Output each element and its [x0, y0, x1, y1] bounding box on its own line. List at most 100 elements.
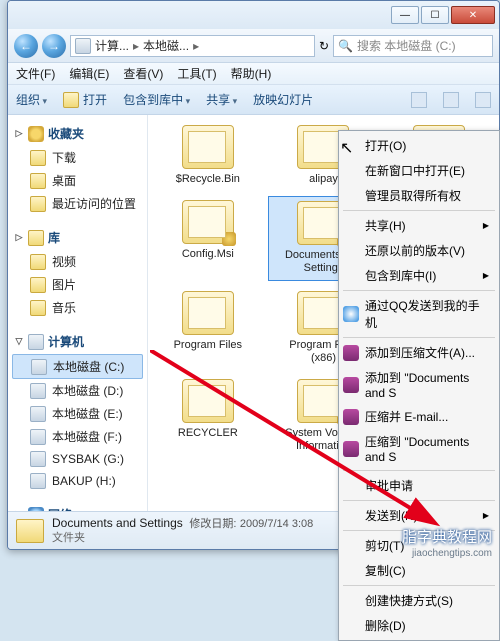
- nav-desktop[interactable]: 桌面: [12, 169, 143, 192]
- menu-item[interactable]: 添加到 "Documents and S: [339, 365, 499, 404]
- menu-file[interactable]: 文件(F): [16, 65, 55, 82]
- source-url: jiaochengtips.com: [412, 548, 492, 559]
- titlebar: — ☐ ✕: [8, 1, 499, 29]
- submenu-arrow-icon: ▶: [483, 271, 489, 280]
- folder-label: RECYCLER: [178, 427, 238, 440]
- navbar: ← → 计算... ▸ 本地磁... ▸ ↻ 🔍 搜索 本地磁盘 (C:): [8, 29, 499, 63]
- nav-music[interactable]: 音乐: [12, 296, 143, 319]
- qq-icon: [343, 306, 359, 322]
- view-icon[interactable]: [411, 92, 427, 108]
- computer-icon: [28, 334, 44, 350]
- folder-icon: [30, 196, 46, 212]
- share-button[interactable]: 共享: [206, 91, 237, 108]
- menu-item[interactable]: 创建快捷方式(S): [339, 588, 499, 613]
- menu-separator: [343, 500, 495, 501]
- nav-drive-g[interactable]: SYSBAK (G:): [12, 448, 143, 470]
- folder-icon: [182, 125, 234, 169]
- search-box[interactable]: 🔍 搜索 本地磁盘 (C:): [333, 35, 493, 57]
- network-header[interactable]: ▷网络: [12, 502, 143, 511]
- forward-button[interactable]: →: [42, 34, 66, 58]
- drive-icon: [30, 406, 46, 422]
- drive-icon: [30, 429, 46, 445]
- menu-item[interactable]: 删除(D): [339, 613, 499, 638]
- address-bar[interactable]: 计算... ▸ 本地磁... ▸: [70, 35, 315, 57]
- menu-item[interactable]: 还原以前的版本(V): [339, 238, 499, 263]
- open-button[interactable]: 打开: [63, 91, 107, 108]
- libraries-header[interactable]: ▷库: [12, 225, 143, 250]
- drive-icon: [30, 451, 46, 467]
- menu-separator: [343, 210, 495, 211]
- rar-icon: [343, 345, 359, 361]
- favorites-header[interactable]: ▷收藏夹: [12, 121, 143, 146]
- network-icon: [28, 507, 44, 512]
- help-icon[interactable]: [475, 92, 491, 108]
- menu-item[interactable]: 打开(O): [339, 133, 499, 158]
- search-icon: 🔍: [338, 39, 353, 53]
- context-menu: 打开(O)在新窗口中打开(E)管理员取得所有权共享(H)▶还原以前的版本(V)包…: [338, 130, 500, 641]
- folder-item[interactable]: Program Files: [152, 287, 264, 369]
- menu-item[interactable]: 发送到(N)▶: [339, 503, 499, 528]
- close-button[interactable]: ✕: [451, 6, 495, 24]
- watermark: 脂字典教程网: [402, 526, 492, 547]
- folder-label: Program Files: [174, 339, 242, 352]
- folder-label: alipay: [309, 173, 338, 186]
- menu-item[interactable]: 管理员取得所有权: [339, 183, 499, 208]
- breadcrumb-seg[interactable]: 计算...: [95, 37, 129, 54]
- music-icon: [30, 300, 46, 316]
- slideshow-button[interactable]: 放映幻灯片: [253, 91, 313, 108]
- back-button[interactable]: ←: [14, 34, 38, 58]
- drive-icon: [30, 473, 46, 489]
- menu-item[interactable]: 通过QQ发送到我的手机: [339, 293, 499, 335]
- folder-icon: [16, 519, 44, 543]
- organize-button[interactable]: 组织: [16, 91, 47, 108]
- folder-icon: [63, 92, 79, 108]
- folder-label: Config.Msi: [182, 248, 234, 261]
- menu-tools[interactable]: 工具(T): [177, 65, 216, 82]
- breadcrumb-sep: ▸: [193, 39, 199, 53]
- video-icon: [30, 254, 46, 270]
- menu-item[interactable]: 压缩并 E-mail...: [339, 404, 499, 429]
- nav-pictures[interactable]: 图片: [12, 273, 143, 296]
- menu-item[interactable]: 复制(C): [339, 558, 499, 583]
- lock-icon: [222, 232, 236, 246]
- preview-icon[interactable]: [443, 92, 459, 108]
- menu-item[interactable]: 压缩到 "Documents and S: [339, 429, 499, 468]
- include-button[interactable]: 包含到库中: [123, 91, 190, 108]
- nav-drive-f[interactable]: 本地磁盘 (F:): [12, 425, 143, 448]
- status-name: Documents and Settings: [52, 516, 183, 530]
- menu-item[interactable]: 审批申请: [339, 473, 499, 498]
- status-type: 文件夹: [52, 532, 313, 545]
- nav-drive-d[interactable]: 本地磁盘 (D:): [12, 379, 143, 402]
- folder-item[interactable]: RECYCLER: [152, 375, 264, 457]
- menu-item[interactable]: 在新窗口中打开(E): [339, 158, 499, 183]
- nav-drive-e[interactable]: 本地磁盘 (E:): [12, 402, 143, 425]
- menu-item[interactable]: 共享(H)▶: [339, 213, 499, 238]
- menu-edit[interactable]: 编辑(E): [69, 65, 109, 82]
- drive-icon: [31, 359, 47, 375]
- refresh-button[interactable]: ↻: [319, 39, 329, 53]
- breadcrumb-seg[interactable]: 本地磁...: [143, 37, 189, 54]
- folder-item[interactable]: $Recycle.Bin: [152, 121, 264, 190]
- nav-drive-h[interactable]: BAKUP (H:): [12, 470, 143, 492]
- folder-item[interactable]: Config.Msi: [152, 196, 264, 280]
- maximize-button[interactable]: ☐: [421, 6, 449, 24]
- nav-pane: ▷收藏夹 下载 桌面 最近访问的位置 ▷库 视频 图片 音乐 ▽计算机 本地磁盘…: [8, 115, 148, 511]
- menu-separator: [343, 585, 495, 586]
- rar-icon: [343, 377, 359, 393]
- folder-icon: [182, 291, 234, 335]
- nav-drive-c[interactable]: 本地磁盘 (C:): [12, 354, 143, 379]
- nav-downloads[interactable]: 下载: [12, 146, 143, 169]
- menu-view[interactable]: 查看(V): [123, 65, 163, 82]
- menubar: 文件(F) 编辑(E) 查看(V) 工具(T) 帮助(H): [8, 63, 499, 85]
- nav-videos[interactable]: 视频: [12, 250, 143, 273]
- computer-header[interactable]: ▽计算机: [12, 329, 143, 354]
- menu-help[interactable]: 帮助(H): [231, 65, 272, 82]
- status-mod-value: 2009/7/14 3:08: [240, 518, 313, 530]
- menu-separator: [343, 290, 495, 291]
- minimize-button[interactable]: —: [391, 6, 419, 24]
- submenu-arrow-icon: ▶: [483, 511, 489, 520]
- menu-item[interactable]: 包含到库中(I)▶: [339, 263, 499, 288]
- nav-recent[interactable]: 最近访问的位置: [12, 192, 143, 215]
- menu-separator: [343, 470, 495, 471]
- menu-item[interactable]: 添加到压缩文件(A)...: [339, 340, 499, 365]
